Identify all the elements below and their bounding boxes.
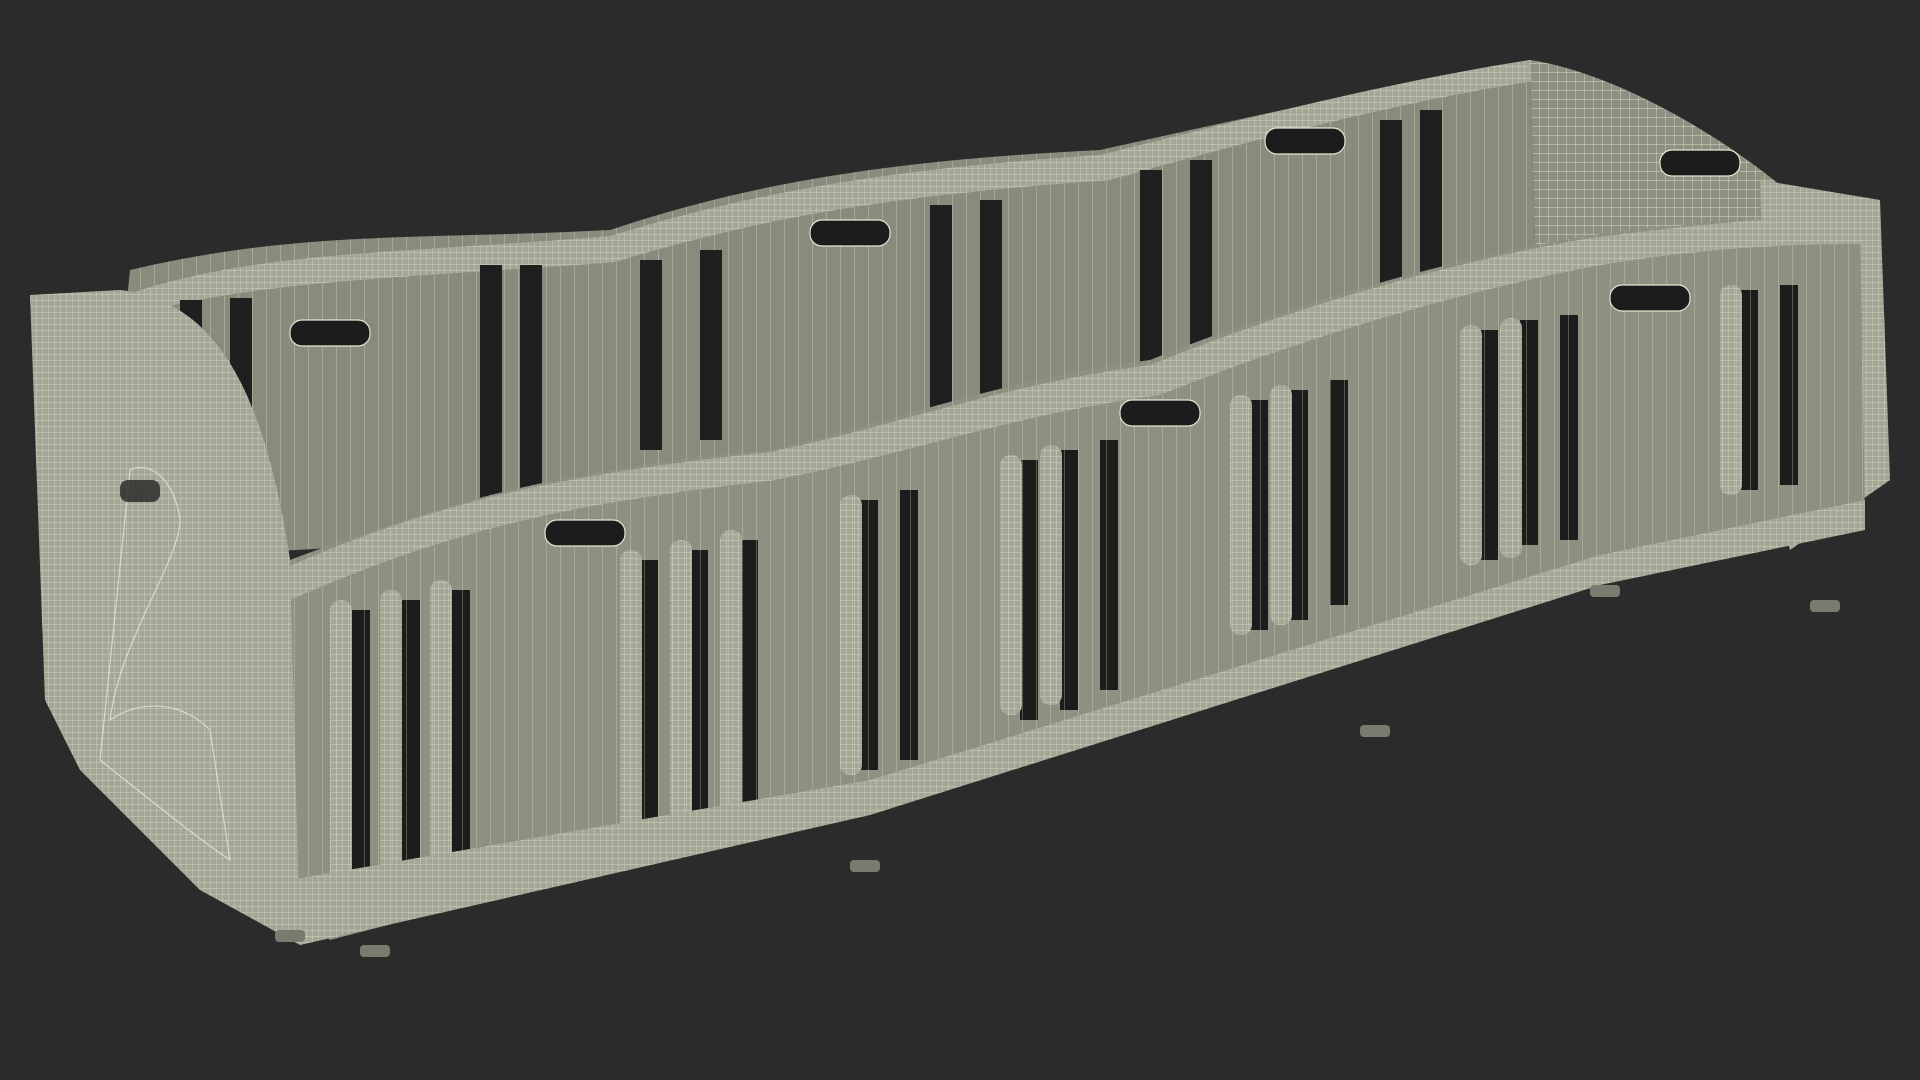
foot	[1360, 725, 1390, 737]
foot	[275, 930, 305, 942]
back-slat-gap	[480, 265, 502, 500]
back-slat-gap	[930, 205, 952, 430]
handle-slot	[289, 319, 371, 347]
handle-slot	[1264, 127, 1346, 155]
back-slat-gap	[980, 200, 1002, 420]
back-slat-gap	[520, 265, 542, 495]
foot	[1810, 600, 1840, 612]
handle-slot	[1119, 399, 1201, 427]
playpen-group	[30, 60, 1890, 957]
handle-slot	[544, 519, 626, 547]
foot	[360, 945, 390, 957]
handle-slot	[809, 219, 891, 247]
foot	[850, 860, 880, 872]
back-slat-gap	[640, 260, 662, 450]
playpen-wireframe-model	[30, 60, 1890, 957]
handle-slot	[1609, 284, 1691, 312]
back-slat-gap	[700, 250, 722, 440]
handle-slot	[1659, 149, 1741, 177]
foot	[1590, 585, 1620, 597]
render-viewport	[0, 0, 1920, 1080]
